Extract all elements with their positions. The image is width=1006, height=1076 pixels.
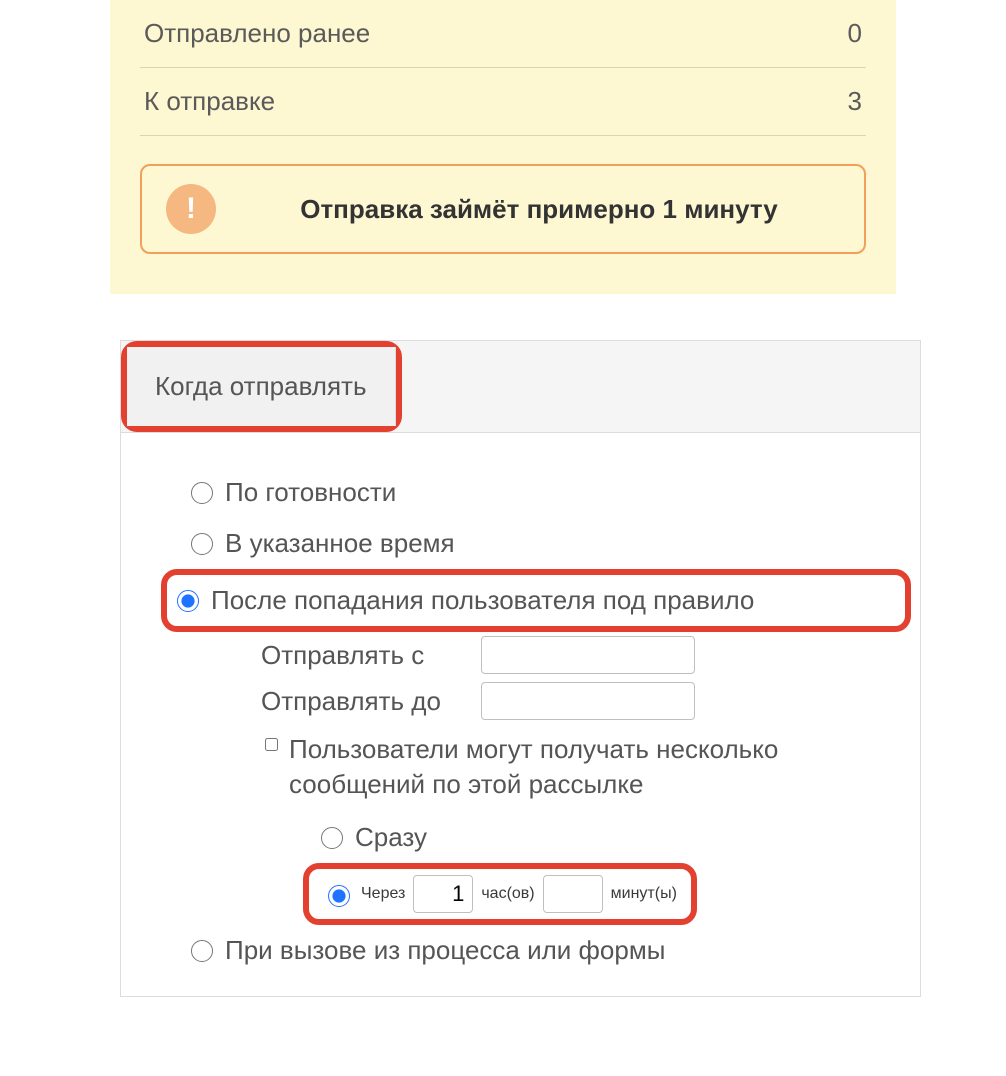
when-to-send-panel: Когда отправлять По готовности В указанн…: [120, 340, 921, 997]
delay-minutes-label: минут(ы): [611, 885, 677, 903]
highlight-delay: Через час(ов) минут(ы): [303, 863, 697, 925]
allow-multiple-checkbox[interactable]: [265, 738, 278, 751]
field-send-to: Отправлять до: [261, 678, 890, 724]
radio-option-at-time[interactable]: В указанное время: [191, 518, 890, 569]
radio-label: Сразу: [355, 822, 427, 853]
info-text: Отправка займёт примерно 1 минуту: [238, 194, 840, 225]
field-send-from: Отправлять с: [261, 632, 890, 678]
stat-value: 3: [848, 86, 862, 117]
send-from-input[interactable]: [481, 636, 695, 674]
info-callout: ! Отправка займёт примерно 1 минуту: [140, 164, 866, 254]
send-to-label: Отправлять до: [261, 686, 471, 717]
radio-option-immediate[interactable]: Сразу: [321, 812, 890, 863]
radio-label: При вызове из процесса или формы: [225, 935, 665, 966]
delay-prefix: Через: [361, 885, 405, 903]
exclamation-icon: !: [166, 184, 216, 234]
radio-option-ready[interactable]: По готовности: [191, 467, 890, 518]
delay-hours-input[interactable]: [413, 875, 473, 913]
send-from-label: Отправлять с: [261, 640, 471, 671]
stat-row-to-send: К отправке 3: [140, 68, 866, 136]
stat-label: К отправке: [144, 86, 275, 117]
delay-hours-label: час(ов): [481, 885, 534, 903]
radio-delay[interactable]: [328, 885, 350, 907]
radio-from-process[interactable]: [191, 940, 213, 962]
stat-row-sent-before: Отправлено ранее 0: [140, 0, 866, 68]
radio-list: По готовности В указанное время После по…: [121, 433, 920, 996]
radio-ready[interactable]: [191, 482, 213, 504]
delay-subsection: Сразу Через час(ов) минут(ы): [261, 806, 890, 925]
radio-after-rule[interactable]: [177, 590, 199, 612]
tab-label: Когда отправлять: [155, 371, 367, 401]
summary-panel: Отправлено ранее 0 К отправке 3 ! Отправ…: [110, 0, 896, 294]
radio-label: По готовности: [225, 477, 396, 508]
radio-label: После попадания пользователя под правило: [211, 585, 754, 616]
allow-multiple-label: Пользователи могут получать несколько со…: [289, 732, 849, 802]
radio-label: В указанное время: [225, 528, 455, 559]
highlight-tab: Когда отправлять: [121, 341, 402, 432]
highlight-after-rule: После попадания пользователя под правило: [161, 569, 911, 632]
radio-option-after-rule[interactable]: После попадания пользователя под правило: [177, 581, 754, 620]
tab-when-to-send[interactable]: Когда отправлять: [127, 347, 396, 426]
send-to-input[interactable]: [481, 682, 695, 720]
stat-value: 0: [848, 18, 862, 49]
radio-immediate[interactable]: [321, 827, 343, 849]
after-rule-subsection: Отправлять с Отправлять до Пользователи …: [191, 632, 890, 925]
checkbox-allow-multiple[interactable]: Пользователи могут получать несколько со…: [261, 724, 890, 806]
radio-at-time[interactable]: [191, 533, 213, 555]
radio-option-from-process[interactable]: При вызове из процесса или формы: [191, 925, 890, 976]
delay-minutes-input[interactable]: [543, 875, 603, 913]
tab-bar: Когда отправлять: [121, 341, 920, 433]
stat-label: Отправлено ранее: [144, 18, 370, 49]
